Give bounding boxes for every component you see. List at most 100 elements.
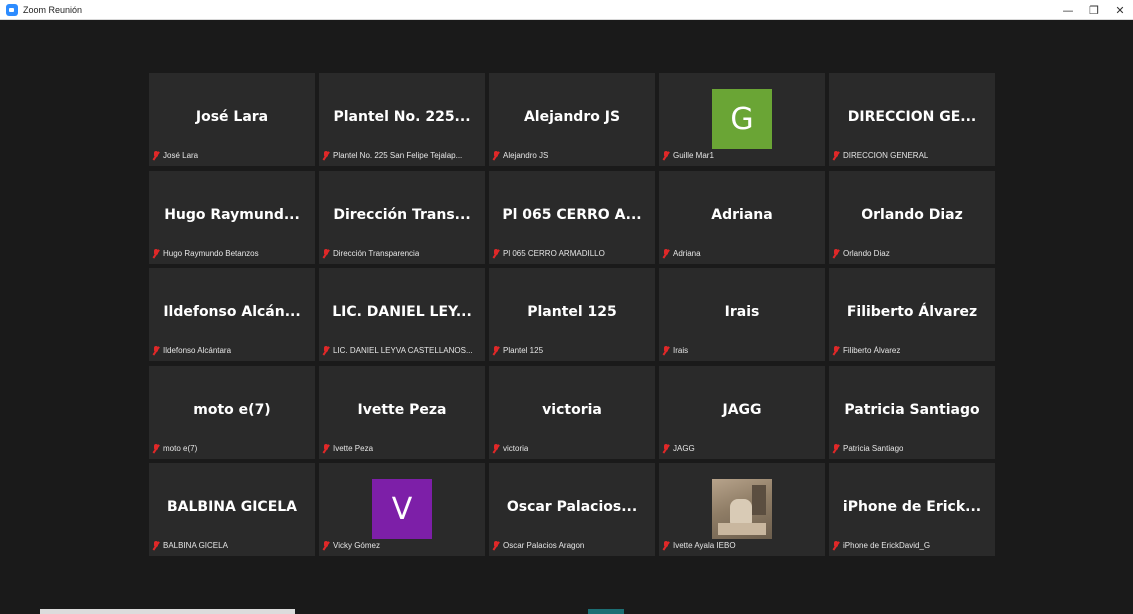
participant-caption-name: Plantel 125 <box>503 346 544 355</box>
participant-tile[interactable]: José Lara José Lara <box>149 73 315 166</box>
participant-display-name: LIC. DANIEL LEY... <box>332 304 472 320</box>
participant-caption-name: Guille Mar1 <box>673 151 714 160</box>
participant-display-name: Plantel 125 <box>527 304 617 320</box>
participant-display-name: Alejandro JS <box>523 109 621 125</box>
participant-tile[interactable]: Ivette Ayala IEBO <box>659 463 825 556</box>
profile-photo <box>712 479 772 539</box>
avatar-initial: G <box>712 89 772 149</box>
participant-display-name: DIRECCION GE... <box>847 109 977 125</box>
participant-caption: Filiberto Álvarez <box>832 345 900 356</box>
participant-caption-name: Oscar Palacios Aragon <box>503 541 585 550</box>
participant-caption-name: Irais <box>673 346 689 355</box>
muted-mic-icon <box>322 541 330 550</box>
restore-button[interactable]: ❐ <box>1081 0 1107 20</box>
muted-mic-icon <box>322 248 330 258</box>
participant-display-name: Filiberto Álvarez <box>846 304 978 320</box>
participant-caption: Adriana <box>662 248 701 259</box>
muted-mic-icon <box>492 248 500 258</box>
muted-mic-icon <box>832 443 840 453</box>
participant-tile[interactable]: Ivette Peza Ivette Peza <box>319 365 485 459</box>
participant-caption-name: Orlando Diaz <box>843 248 890 258</box>
muted-mic-icon <box>492 541 500 550</box>
participant-caption: Plantel No. 225 San Felipe Tejalap... <box>322 150 462 161</box>
participant-display-name: Adriana <box>711 206 773 223</box>
participant-tile[interactable]: JAGG JAGG <box>659 365 825 459</box>
muted-mic-icon <box>662 151 670 160</box>
participant-caption-name: Plantel No. 225 San Felipe Tejalap... <box>333 151 463 160</box>
participant-tile[interactable]: Orlando Diaz Orlando Diaz <box>829 170 995 264</box>
participant-caption: LIC. DANIEL LEYVA CASTELLANOS... <box>322 345 473 356</box>
meeting-stage: José Lara José Lara Plantel No. 225... P… <box>5 20 1133 614</box>
participant-display-name: Hugo Raymund... <box>164 206 300 223</box>
muted-mic-icon <box>832 248 840 258</box>
participant-caption: Pl 065 CERRO ARMADILLO <box>492 248 605 259</box>
gallery-grid: José Lara José Lara Plantel No. 225... P… <box>149 73 999 560</box>
participant-display-name: Irais <box>724 304 760 320</box>
participant-tile[interactable]: DIRECCION GE... DIRECCION GENERAL <box>829 73 995 166</box>
participant-tile[interactable]: Ildefonso Alcán... Ildefonso Alcántara <box>149 268 315 361</box>
muted-mic-icon <box>492 346 500 355</box>
participant-caption: Ivette Peza <box>322 443 373 454</box>
participant-display-name: Oscar Palacios... <box>506 499 638 515</box>
participant-caption: Patricia Santiago <box>832 443 903 454</box>
zoom-app-icon <box>6 3 18 16</box>
window-controls: — ❐ ✕ <box>1055 0 1133 20</box>
participant-caption: José Lara <box>152 150 198 161</box>
participant-display-name: Plantel No. 225... <box>333 109 471 125</box>
participant-caption: BALBINA GICELA <box>152 540 228 551</box>
participant-caption-name: moto e(7) <box>163 443 198 453</box>
participant-caption-name: Ildefonso Alcántara <box>163 346 232 355</box>
participant-display-name: BALBINA GICELA <box>166 499 298 515</box>
participant-tile[interactable]: Plantel No. 225... Plantel No. 225 San F… <box>319 73 485 166</box>
muted-mic-icon <box>662 541 670 550</box>
minimize-button[interactable]: — <box>1055 0 1081 20</box>
participant-caption: Irais <box>662 345 688 356</box>
participant-tile[interactable]: moto e(7) moto e(7) <box>149 365 315 459</box>
participant-caption-name: Ivette Ayala IEBO <box>673 541 736 550</box>
participant-caption: DIRECCION GENERAL <box>832 150 928 161</box>
participant-tile[interactable]: Alejandro JS Alejandro JS <box>489 73 655 166</box>
participant-caption: victoria <box>492 443 528 454</box>
participant-caption-name: victoria <box>503 443 529 453</box>
participant-tile[interactable]: V Vicky Gómez <box>319 463 485 556</box>
participant-tile[interactable]: LIC. DANIEL LEY... LIC. DANIEL LEYVA CAS… <box>319 268 485 361</box>
muted-mic-icon <box>662 443 670 453</box>
participant-display-name: Dirección Trans... <box>333 206 471 223</box>
bottom-toolbar-edge <box>40 609 295 614</box>
muted-mic-icon <box>152 346 160 355</box>
participant-display-name: José Lara <box>195 109 269 125</box>
participant-caption-name: Ivette Peza <box>333 443 374 453</box>
participant-caption-name: JAGG <box>673 443 695 453</box>
participant-caption-name: Vicky Gómez <box>333 541 380 550</box>
participant-caption: Guille Mar1 <box>662 150 714 161</box>
participant-tile[interactable]: Hugo Raymund... Hugo Raymundo Betanzos <box>149 170 315 264</box>
avatar-initial: V <box>372 479 432 539</box>
participant-tile[interactable]: Pl 065 CERRO A... Pl 065 CERRO ARMADILLO <box>489 170 655 264</box>
participant-caption: Ivette Ayala IEBO <box>662 540 736 551</box>
participant-caption-name: Alejandro JS <box>503 151 549 160</box>
participant-tile[interactable]: iPhone de Erick... iPhone de ErickDavid_… <box>829 463 995 556</box>
bottom-accent-edge <box>588 609 624 614</box>
participant-tile[interactable]: Plantel 125 Plantel 125 <box>489 268 655 361</box>
participant-tile[interactable]: victoria victoria <box>489 365 655 459</box>
participant-tile[interactable]: BALBINA GICELA BALBINA GICELA <box>149 463 315 556</box>
participant-display-name: Ildefonso Alcán... <box>163 304 301 320</box>
muted-mic-icon <box>322 151 330 160</box>
participant-tile[interactable]: Dirección Trans... Dirección Transparenc… <box>319 170 485 264</box>
participant-caption-name: Filiberto Álvarez <box>843 346 901 355</box>
participant-caption: Alejandro JS <box>492 150 548 161</box>
participant-caption: Ildefonso Alcántara <box>152 345 231 356</box>
participant-caption-name: Pl 065 CERRO ARMADILLO <box>503 248 605 258</box>
participant-tile[interactable]: G Guille Mar1 <box>659 73 825 166</box>
participant-tile[interactable]: Adriana Adriana <box>659 170 825 264</box>
participant-tile[interactable]: Oscar Palacios... Oscar Palacios Aragon <box>489 463 655 556</box>
participant-display-name: Orlando Diaz <box>861 206 963 223</box>
muted-mic-icon <box>152 541 160 550</box>
participant-tile[interactable]: Filiberto Álvarez Filiberto Álvarez <box>829 268 995 361</box>
participant-tile[interactable]: Patricia Santiago Patricia Santiago <box>829 365 995 459</box>
participant-caption-name: LIC. DANIEL LEYVA CASTELLANOS... <box>333 346 473 355</box>
participant-tile[interactable]: Irais Irais <box>659 268 825 361</box>
close-button[interactable]: ✕ <box>1107 0 1133 20</box>
participant-display-name: JAGG <box>722 401 762 418</box>
participant-caption: Vicky Gómez <box>322 540 380 551</box>
